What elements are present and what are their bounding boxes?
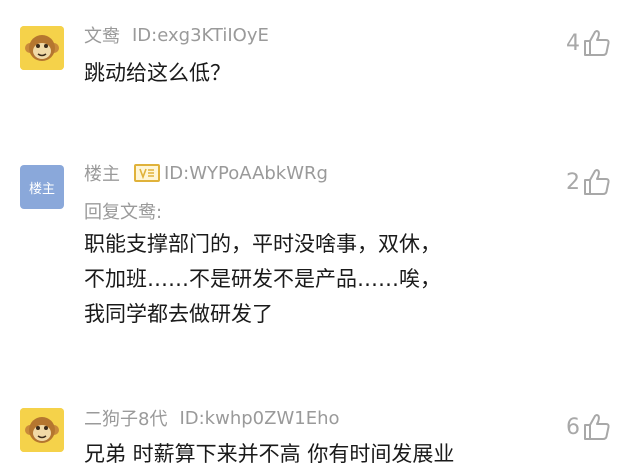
comment-meta: 楼主 ID:WYPoAAbkWRg: [84, 160, 328, 186]
comment-line: 职能支撑部门的，平时没啥事，双休，: [84, 232, 441, 256]
comment-item: 文鸯 ID:exg3KTiIOyE 跳动给这么低？ 4: [0, 0, 634, 140]
comment-line: 不加班……不是研发不是产品……唉，: [84, 267, 441, 291]
comment-line: 跳动给这么低？: [84, 61, 231, 85]
comment-line: 我同学都去做研发了: [84, 302, 273, 326]
comment-meta: 文鸯 ID:exg3KTiIOyE: [84, 22, 269, 48]
comment-item: 楼主 楼主 ID:WYPoAAbkWRg 回复文鸯: 职能支撑部门的，平时没啥事…: [0, 140, 634, 390]
comment-text: 职能支撑部门的，平时没啥事，双休， 不加班……不是研发不是产品……唉， 我同学都…: [84, 227, 441, 332]
username[interactable]: 二狗子8代: [84, 405, 167, 431]
comment-text: 跳动给这么低？: [84, 56, 231, 91]
username[interactable]: 楼主: [84, 160, 120, 186]
like-button[interactable]: 2: [566, 167, 612, 197]
like-count: 6: [566, 414, 580, 440]
monkey-avatar-icon: [20, 408, 64, 452]
comment-line: 兄弟 时薪算下来并不高 你有时间发展业: [84, 442, 455, 466]
comment-item: 二狗子8代 ID:kwhp0ZW1Eho 兄弟 时薪算下来并不高 你有时间发展业…: [0, 390, 634, 474]
username[interactable]: 文鸯: [84, 22, 120, 48]
like-button[interactable]: 4: [566, 28, 612, 58]
owner-avatar[interactable]: 楼主: [20, 165, 64, 209]
comment-meta: 二狗子8代 ID:kwhp0ZW1Eho: [84, 405, 340, 431]
reply-to-label[interactable]: 回复文鸯:: [84, 198, 162, 224]
avatar-label: 楼主: [28, 181, 55, 197]
thumbs-up-icon: [584, 414, 610, 440]
verified-badge-icon: [134, 164, 160, 182]
user-id: ID:exg3KTiIOyE: [132, 24, 269, 46]
monkey-avatar-icon: [20, 26, 64, 70]
thumbs-up-icon: [584, 30, 610, 56]
user-avatar[interactable]: [20, 408, 64, 452]
user-id: ID:WYPoAAbkWRg: [164, 162, 328, 184]
like-count: 4: [566, 30, 580, 56]
user-id: ID:kwhp0ZW1Eho: [179, 407, 340, 429]
user-avatar[interactable]: [20, 26, 64, 70]
thumbs-up-icon: [584, 169, 610, 195]
like-count: 2: [566, 169, 580, 195]
comment-text: 兄弟 时薪算下来并不高 你有时间发展业: [84, 437, 454, 472]
like-button[interactable]: 6: [566, 412, 612, 442]
